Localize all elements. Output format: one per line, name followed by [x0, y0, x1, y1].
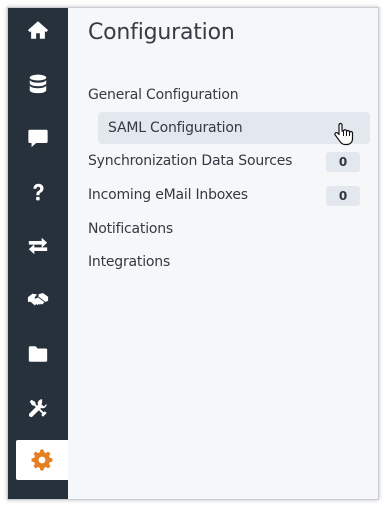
notifications-link[interactable]: Notifications [88, 221, 173, 237]
synchronization-data-sources-link[interactable]: Synchronization Data Sources [88, 153, 292, 169]
saml-configuration-link[interactable]: SAML Configuration [98, 112, 370, 144]
gear-icon [31, 449, 53, 471]
incoming-email-inboxes-count-badge: 0 [326, 186, 360, 206]
incoming-email-inboxes-link[interactable]: Incoming eMail Inboxes [88, 187, 248, 203]
synchronization-data-sources-count-badge: 0 [326, 152, 360, 172]
tools-icon [28, 399, 47, 418]
page-title: Configuration [88, 20, 235, 45]
hand-pointer-icon [334, 122, 354, 146]
arrows-exchange-icon [28, 237, 48, 255]
sidebar-item-settings[interactable] [16, 440, 68, 480]
sidebar-item-folder[interactable] [8, 334, 68, 374]
handshake-icon [27, 293, 49, 306]
question-icon [33, 183, 44, 201]
general-configuration-link[interactable]: General Configuration [88, 87, 239, 103]
app-window: Configuration General Configuration SAML… [7, 7, 379, 500]
home-icon [27, 21, 49, 39]
folder-icon [28, 346, 48, 362]
chat-icon [28, 129, 48, 148]
sidebar-item-database[interactable] [8, 64, 68, 104]
integrations-link[interactable]: Integrations [88, 254, 170, 270]
database-icon [29, 74, 47, 94]
sidebar-item-tools[interactable] [8, 388, 68, 428]
sidebar-item-home[interactable] [8, 10, 68, 50]
sidebar-item-sync[interactable] [8, 226, 68, 266]
sidebar-item-chat[interactable] [8, 118, 68, 158]
sidebar-nav [8, 8, 68, 499]
sidebar-item-handshake[interactable] [8, 280, 68, 320]
saml-configuration-label: SAML Configuration [108, 120, 243, 136]
main-content: Configuration General Configuration SAML… [68, 8, 378, 499]
sidebar-item-help[interactable] [8, 172, 68, 212]
